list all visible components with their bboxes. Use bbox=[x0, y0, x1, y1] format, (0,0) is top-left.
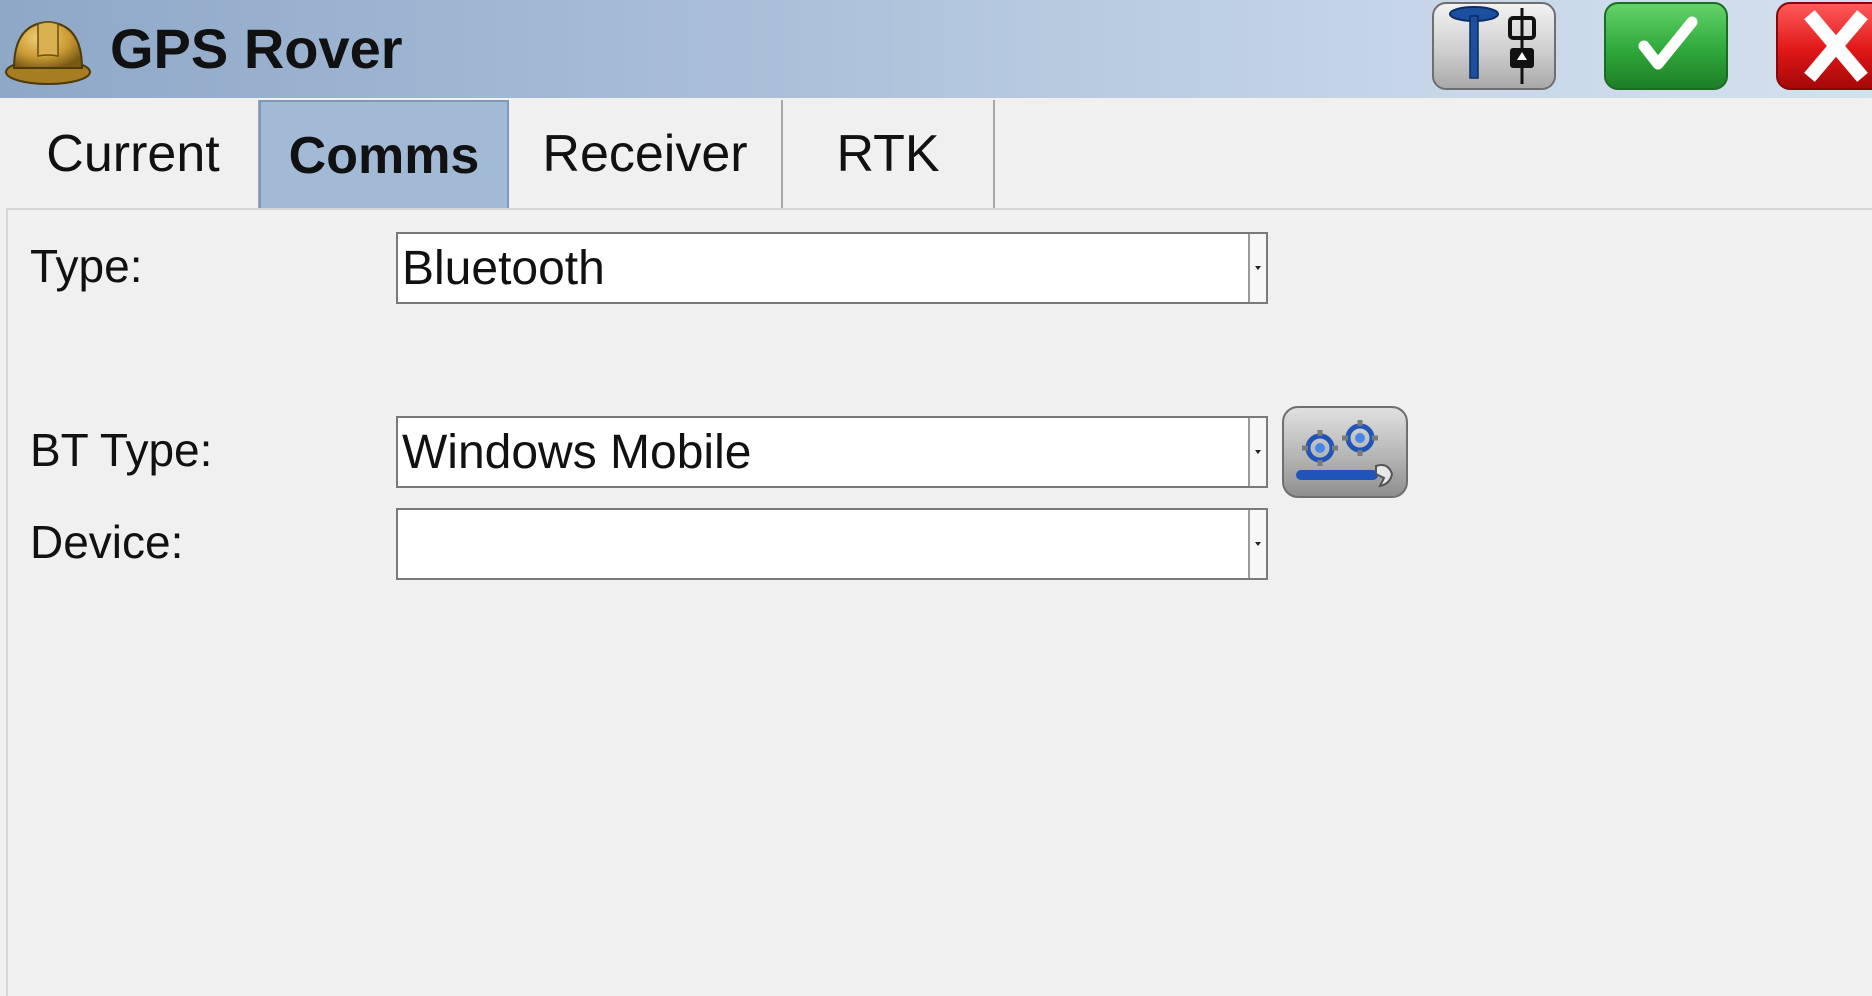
window-title: GPS Rover bbox=[110, 17, 403, 80]
tab-panel-left-border bbox=[6, 208, 8, 996]
close-x-icon bbox=[1804, 10, 1868, 82]
chevron-down-icon[interactable] bbox=[1248, 418, 1266, 486]
type-dropdown-value: Bluetooth bbox=[402, 242, 605, 295]
bt-type-dropdown-value: Windows Mobile bbox=[402, 426, 752, 479]
cancel-button[interactable] bbox=[1776, 2, 1872, 90]
tab-receiver[interactable]: Receiver bbox=[509, 100, 783, 208]
bt-settings-button[interactable] bbox=[1282, 406, 1408, 498]
tab-current[interactable]: Current bbox=[8, 100, 260, 208]
gps-receiver-connect-icon bbox=[1449, 6, 1536, 84]
bt-type-dropdown[interactable]: Windows Mobile bbox=[396, 416, 1268, 488]
device-label: Device: bbox=[30, 516, 184, 568]
gears-wrench-icon bbox=[1296, 420, 1394, 488]
bt-type-label: BT Type: bbox=[30, 424, 213, 476]
ok-button[interactable] bbox=[1604, 2, 1728, 90]
chevron-down-icon[interactable] bbox=[1248, 510, 1266, 578]
tab-comms[interactable]: Comms bbox=[259, 100, 509, 208]
title-bar: GPS Rover bbox=[0, 0, 1872, 98]
checkmark-icon bbox=[1638, 16, 1698, 70]
type-label: Type: bbox=[30, 240, 143, 292]
tab-rtk[interactable]: RTK bbox=[783, 100, 995, 208]
tab-panel-border bbox=[8, 208, 1872, 210]
chevron-down-icon[interactable] bbox=[1248, 234, 1266, 302]
device-dropdown[interactable] bbox=[396, 508, 1268, 580]
receiver-connect-button[interactable] bbox=[1432, 2, 1556, 90]
hard-hat-icon bbox=[5, 20, 91, 85]
type-dropdown[interactable]: Bluetooth bbox=[396, 232, 1268, 304]
